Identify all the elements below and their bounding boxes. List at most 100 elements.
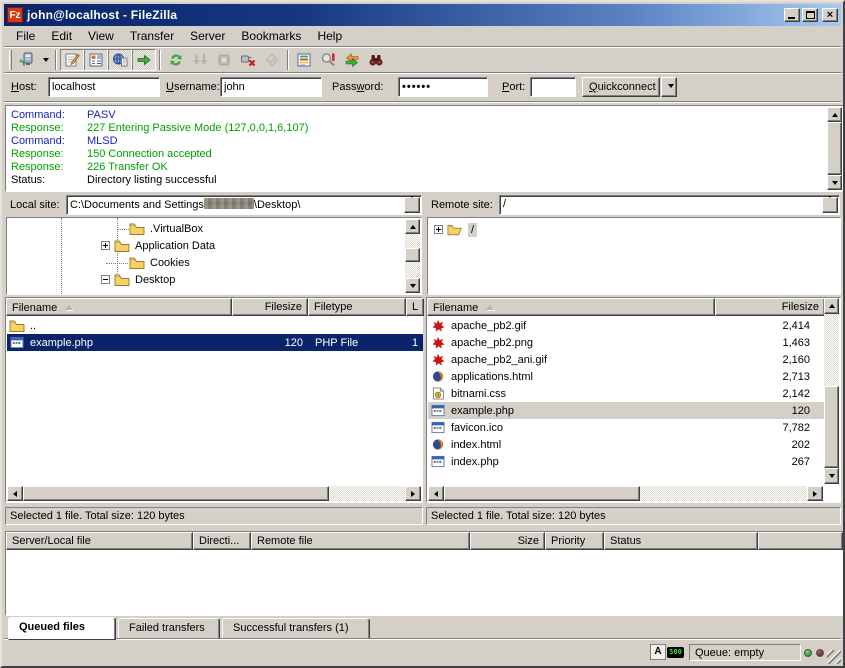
local-hscroll-left[interactable] <box>7 486 23 501</box>
port-input[interactable] <box>530 77 576 97</box>
resize-grip[interactable] <box>827 650 841 664</box>
remote-file-row[interactable]: index.html202 <box>428 436 824 453</box>
tree-item-desktop[interactable]: Desktop <box>101 271 175 288</box>
local-file-row-selected[interactable]: example.php 120 PHP File 1 <box>7 334 423 351</box>
local-file-row[interactable]: .. <box>7 317 421 334</box>
remote-hscroll-right[interactable] <box>807 486 823 501</box>
log-line: Response:150 Connection accepted <box>11 148 212 161</box>
menu-edit[interactable]: Edit <box>43 27 80 45</box>
menu-help[interactable]: Help <box>309 27 350 45</box>
menu-server[interactable]: Server <box>182 27 233 45</box>
remote-vscroll-down[interactable] <box>824 468 839 484</box>
menu-transfer[interactable]: Transfer <box>122 27 182 45</box>
folder-icon <box>114 273 131 287</box>
remote-vscroll-track[interactable] <box>824 314 839 386</box>
queue-header-priority[interactable]: Priority <box>545 532 604 550</box>
directory-comparison-button[interactable] <box>316 49 340 71</box>
toggle-transfer-queue-button[interactable] <box>132 49 156 71</box>
process-queue-button[interactable] <box>188 49 212 71</box>
remote-file-row-selected[interactable]: example.php120 <box>428 402 824 419</box>
html-file-icon <box>430 370 447 384</box>
remote-site-combo-arrow[interactable] <box>822 197 838 213</box>
remote-file-row[interactable]: apache_pb2_ani.gif2,160 <box>428 351 824 368</box>
find-files-button[interactable] <box>364 49 388 71</box>
local-tree-scroll-up[interactable] <box>405 219 420 234</box>
log-scroll-thumb[interactable] <box>827 122 842 175</box>
local-header-lastmodified[interactable]: L <box>406 298 424 316</box>
process-queue-icon <box>192 52 208 68</box>
local-tree-scroll-thumb[interactable] <box>405 248 420 262</box>
local-tree-scroll-down[interactable] <box>405 278 420 293</box>
tab-failed-transfers[interactable]: Failed transfers <box>118 618 220 639</box>
menu-view[interactable]: View <box>80 27 122 45</box>
expand-icon[interactable] <box>434 225 443 234</box>
local-file-list: Filename Filesize Filetype L .. example.… <box>5 297 423 503</box>
remote-file-row[interactable]: index.php267 <box>428 453 824 470</box>
remote-header-filesize[interactable]: Filesize <box>715 298 825 316</box>
queue-header-direction[interactable]: Directi... <box>193 532 251 550</box>
remote-hscroll-left[interactable] <box>428 486 444 501</box>
password-input[interactable] <box>398 77 488 97</box>
filename-filters-button[interactable] <box>292 49 316 71</box>
remote-file-row[interactable]: bitnami.css2,142 <box>428 385 824 402</box>
menu-file[interactable]: File <box>8 27 43 45</box>
remote-file-row[interactable]: applications.html2,713 <box>428 368 824 385</box>
remote-vscroll-up[interactable] <box>824 298 839 314</box>
site-manager-button[interactable] <box>15 49 39 71</box>
refresh-button[interactable] <box>164 49 188 71</box>
queue-header-local-file[interactable]: Server/Local file <box>6 532 193 550</box>
disconnect-icon <box>240 52 256 68</box>
minimize-button[interactable] <box>784 8 800 22</box>
log-scroll-down[interactable] <box>827 175 842 190</box>
port-label: Port: <box>502 81 525 93</box>
remote-header-filename[interactable]: Filename <box>427 298 715 316</box>
queue-header-size[interactable]: Size <box>470 532 545 550</box>
quickconnect-button[interactable]: Quickconnect <box>582 77 660 97</box>
toggle-remote-tree-button[interactable] <box>108 49 132 71</box>
remote-site-combobox[interactable]: / <box>499 195 840 215</box>
local-hscroll-right[interactable] <box>405 486 421 501</box>
synchronized-browsing-button[interactable] <box>340 49 364 71</box>
quickconnect-dropdown[interactable] <box>661 77 677 97</box>
disconnect-button[interactable] <box>236 49 260 71</box>
remote-vscroll-thumb[interactable] <box>824 386 839 468</box>
tab-successful-transfers[interactable]: Successful transfers (1) <box>222 618 370 639</box>
queue-header-remote-file[interactable]: Remote file <box>251 532 470 550</box>
remote-file-row[interactable]: apache_pb2.gif2,414 <box>428 317 824 334</box>
log-scroll-up[interactable] <box>827 107 842 122</box>
local-header-filesize[interactable]: Filesize <box>232 298 308 316</box>
remote-file-row[interactable]: favicon.ico7,782 <box>428 419 824 436</box>
local-header-filename[interactable]: Filename <box>6 298 232 316</box>
close-button[interactable]: × <box>822 8 838 22</box>
remote-hscroll-thumb[interactable] <box>444 486 640 501</box>
username-input[interactable] <box>220 77 322 97</box>
site-manager-dropdown[interactable] <box>39 49 52 71</box>
tree-item-application-data[interactable]: Application Data <box>101 237 215 254</box>
host-input[interactable] <box>48 77 160 97</box>
expand-icon[interactable] <box>101 241 110 250</box>
menu-bookmarks[interactable]: Bookmarks <box>233 27 309 45</box>
reconnect-button[interactable] <box>260 49 284 71</box>
refresh-icon <box>168 52 184 68</box>
collapse-icon[interactable] <box>101 275 110 284</box>
local-site-combo-arrow[interactable] <box>404 197 420 213</box>
toggle-message-log-button[interactable] <box>60 49 84 71</box>
remote-hscroll-track[interactable] <box>640 486 807 501</box>
cancel-button[interactable] <box>212 49 236 71</box>
tab-queued-files[interactable]: Queued files <box>8 617 116 640</box>
local-hscroll-thumb[interactable] <box>23 486 329 501</box>
toolbar-grip[interactable] <box>9 50 12 70</box>
toggle-local-tree-button[interactable] <box>84 49 108 71</box>
local-hscroll-track[interactable] <box>329 486 405 501</box>
tree-item-cookies[interactable]: Cookies <box>129 254 190 271</box>
tree-item-root[interactable]: / <box>434 221 477 238</box>
local-header-filetype[interactable]: Filetype <box>308 298 406 316</box>
remote-file-list: Filename Filesize apache_pb2.gif2,414 ap… <box>426 297 841 503</box>
filter-icon <box>296 52 312 68</box>
tree-item-virtualbox[interactable]: .VirtualBox <box>129 220 203 237</box>
remote-tree-icon <box>112 52 128 68</box>
remote-file-row[interactable]: apache_pb2.png1,463 <box>428 334 824 351</box>
queue-header-status[interactable]: Status <box>604 532 758 550</box>
maximize-button[interactable] <box>802 8 818 22</box>
local-site-combobox[interactable]: C:\Documents and Settings\Desktop\ <box>66 195 422 215</box>
